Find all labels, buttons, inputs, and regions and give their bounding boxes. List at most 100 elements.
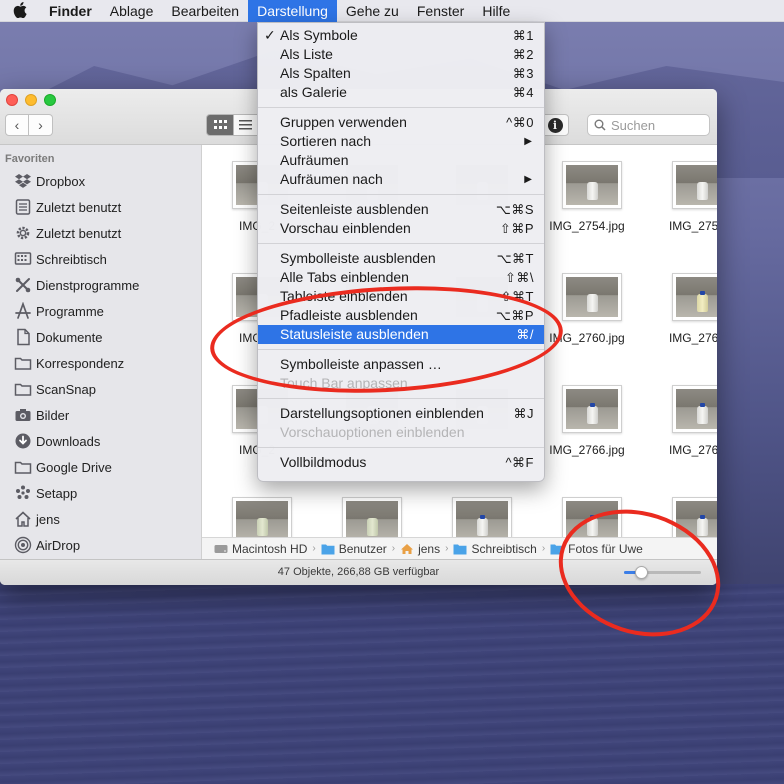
fullscreen-button[interactable] — [44, 94, 56, 106]
apple-icon — [13, 1, 27, 18]
menu-item-gruppen-verwenden[interactable]: Gruppen verwenden ^⌘0 — [258, 113, 544, 132]
menu-item-label: Alle Tabs einblenden — [280, 269, 409, 285]
camera-icon — [13, 406, 33, 424]
chevron-right-icon: › — [312, 543, 316, 554]
menu-item-als-symbole[interactable]: ✓ Als Symbole ⌘1 — [258, 26, 544, 45]
menu-hilfe[interactable]: Hilfe — [473, 0, 519, 22]
sidebar-item-label: Setapp — [36, 485, 78, 501]
menu-finder[interactable]: Finder — [40, 0, 101, 22]
sidebar-item-dokumente[interactable]: Dokumente — [0, 324, 202, 350]
sidebar-item-programme[interactable]: Programme — [0, 298, 202, 324]
info-button[interactable]: i — [541, 114, 569, 136]
menu-item-label: Symbolleiste ausblenden — [280, 250, 436, 266]
sidebar-item-setapp[interactable]: Setapp — [0, 480, 202, 506]
path-segment-label: jens — [418, 541, 441, 556]
folder-icon — [13, 354, 33, 372]
forward-button[interactable]: › — [29, 114, 53, 136]
file-item[interactable]: IMG_2766.jpg — [532, 371, 642, 483]
view-icons-button[interactable] — [206, 114, 234, 136]
sidebar-item-korrespondenz[interactable]: Korrespondenz — [0, 350, 202, 376]
menu-item-alle-tabs-einblenden[interactable]: Alle Tabs einblenden ⇧⌘\ — [258, 268, 544, 287]
menu-item-vorschau-einblenden[interactable]: Vorschau einblenden ⇧⌘P — [258, 219, 544, 238]
menu-bearbeiten[interactable]: Bearbeiten — [162, 0, 248, 22]
menu-item-label: Vollbildmodus — [280, 454, 367, 470]
utilities-icon — [13, 276, 33, 294]
sidebar-item-downloads[interactable]: Downloads — [0, 428, 202, 454]
airdrop-icon — [13, 536, 33, 554]
file-name: IMG_2755 — [668, 219, 717, 233]
menu-separator — [258, 194, 544, 195]
sidebar-item-airdrop[interactable]: AirDrop — [0, 532, 202, 558]
menu-fenster[interactable]: Fenster — [408, 0, 473, 22]
menu-item-label: Als Symbole — [280, 27, 358, 43]
menu-item-shortcut: ⌘1 — [512, 28, 534, 43]
search-field[interactable] — [587, 114, 710, 136]
apple-menu[interactable] — [0, 1, 40, 20]
menu-item-als-galerie[interactable]: als Galerie ⌘4 — [258, 83, 544, 102]
menu-item-seitenleiste-ausblenden[interactable]: Seitenleiste ausblenden ⌥⌘S — [258, 200, 544, 219]
path-segment-benutzer[interactable]: Benutzer — [321, 542, 387, 556]
menu-item-shortcut: ^⌘0 — [506, 115, 534, 130]
path-segment-macintosh-hd[interactable]: Macintosh HD — [214, 542, 307, 556]
sidebar-item-label: Dienstprogramme — [36, 277, 140, 293]
menu-item-symbolleiste-ausblenden[interactable]: Symbolleiste ausblenden ⌥⌘T — [258, 249, 544, 268]
menu-item-label: Vorschauoptionen einblenden — [280, 424, 465, 440]
file-thumbnail — [672, 161, 717, 209]
sidebar-item-dropbox[interactable]: Dropbox — [0, 168, 202, 194]
menu-item-shortcut: ⌘3 — [512, 66, 534, 81]
sidebar-item-label: Schreibtisch — [36, 251, 107, 267]
sidebar-item-jens[interactable]: jens — [0, 506, 202, 532]
sidebar-item-google-drive[interactable]: Google Drive — [0, 454, 202, 480]
menu-item-vollbildmodus[interactable]: Vollbildmodus ^⌘F — [258, 453, 544, 472]
menu-item-als-spalten[interactable]: Als Spalten ⌘3 — [258, 64, 544, 83]
file-item[interactable]: IMG_2755 — [642, 147, 717, 259]
file-item[interactable]: IMG_2761 — [642, 259, 717, 371]
menu-item-shortcut: ^⌘F — [505, 455, 534, 470]
recents-icon — [13, 198, 33, 216]
sidebar-item-bilder[interactable]: Bilder — [0, 402, 202, 428]
menu-separator — [258, 398, 544, 399]
menu-item-vorschauoptionen-einblenden: Vorschauoptionen einblenden — [258, 423, 544, 442]
chevron-right-icon: › — [445, 543, 449, 554]
documents-icon — [13, 328, 33, 346]
home-icon — [13, 510, 33, 528]
menu-item-label: Aufräumen nach — [280, 171, 383, 187]
sidebar-item-schreibtisch[interactable]: Schreibtisch — [0, 246, 202, 272]
sidebar-item-label: Google Drive — [36, 459, 112, 475]
sidebar: Favoriten Dropbox Zuletzt benutzt Zuletzt … — [0, 145, 202, 559]
path-segment-jens[interactable]: jens — [400, 542, 440, 556]
menu-gehe-zu[interactable]: Gehe zu — [337, 0, 408, 22]
back-button[interactable]: ‹ — [5, 114, 29, 136]
menu-item-als-liste[interactable]: Als Liste ⌘2 — [258, 45, 544, 64]
file-item[interactable] — [202, 483, 312, 537]
menu-item-aufräumen-nach[interactable]: Aufräumen nach ▶ — [258, 170, 544, 189]
view-list-button[interactable] — [234, 114, 258, 136]
file-item[interactable]: IMG_2767 — [642, 371, 717, 483]
menu-item-shortcut: ⇧⌘P — [499, 221, 534, 236]
sidebar-item-dienstprogramme[interactable]: Dienstprogramme — [0, 272, 202, 298]
file-name: IMG_2767 — [668, 443, 717, 457]
search-input[interactable] — [611, 117, 701, 133]
sidebar-item-label: Downloads — [36, 433, 101, 449]
sidebar-item-scansnap[interactable]: ScanSnap — [0, 376, 202, 402]
menu-item-shortcut: ⌘J — [513, 406, 534, 421]
sidebar-item-zuletzt-benutzt[interactable]: Zuletzt benutzt — [0, 220, 202, 246]
minimize-button[interactable] — [25, 94, 37, 106]
disk-icon — [214, 543, 228, 555]
close-button[interactable] — [6, 94, 18, 106]
menu-separator — [258, 107, 544, 108]
sidebar-item-zuletzt-benutzt[interactable]: Zuletzt benutzt — [0, 194, 202, 220]
sidebar-item-label: jens — [36, 511, 60, 527]
downloads-icon — [13, 432, 33, 450]
menu-item-shortcut: ⌥⌘S — [495, 202, 534, 217]
file-item[interactable] — [422, 483, 532, 537]
menu-ablage[interactable]: Ablage — [101, 0, 163, 22]
menu-item-aufräumen[interactable]: Aufräumen — [258, 151, 544, 170]
file-item[interactable]: IMG_2754.jpg — [532, 147, 642, 259]
menu-item-darstellungsoptionen-einblenden[interactable]: Darstellungsoptionen einblenden ⌘J — [258, 404, 544, 423]
file-item[interactable] — [312, 483, 422, 537]
menu-item-sortieren-nach[interactable]: Sortieren nach ▶ — [258, 132, 544, 151]
path-segment-schreibtisch[interactable]: Schreibtisch — [453, 542, 537, 556]
menu-darstellung[interactable]: Darstellung — [248, 0, 337, 22]
desktop-icon — [13, 250, 33, 268]
